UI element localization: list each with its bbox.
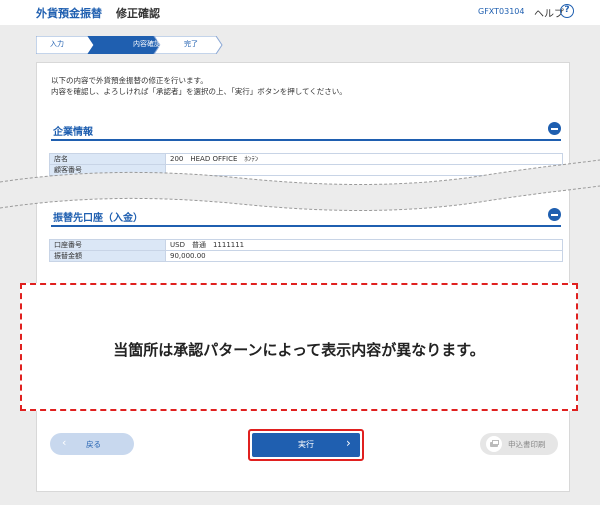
table-row: 口座番号 USD 普通 1111111 [49, 239, 563, 251]
company-info-title: 企業情報 [53, 127, 93, 138]
printer-icon [486, 436, 502, 452]
omission-wave [0, 159, 600, 211]
step-input: 入力 [50, 40, 64, 48]
help-circle-icon[interactable]: ? [560, 4, 574, 18]
company-info-header: 企業情報 [51, 119, 561, 141]
approval-pattern-notice: 当箇所は承認パターンによって表示内容が異なります。 [20, 283, 578, 411]
back-button[interactable]: ‹ 戻る [50, 433, 134, 455]
notice-text: 当箇所は承認パターンによって表示内容が異なります。 [113, 341, 485, 359]
print-application-button[interactable]: 申込書印刷 [480, 433, 558, 455]
step-complete: 完了 [184, 40, 198, 48]
execute-button-label: 実行 [298, 440, 314, 449]
transfer-amount-value: 90,000.00 [165, 250, 563, 262]
screen-id: GFXT03104 [478, 7, 525, 16]
chevron-right-icon: › [346, 436, 351, 450]
chevron-left-icon: ‹ [62, 436, 67, 449]
step-progress: 入力 内容確認 完了 [36, 36, 236, 54]
intro-line-1: 以下の内容で外貨預金振替の修正を行います。 [51, 76, 208, 85]
account-number-label: 口座番号 [49, 239, 166, 251]
app-title: 外貨預金振替 [36, 7, 102, 20]
intro-text: 以下の内容で外貨預金振替の修正を行います。 内容を確認し、よろしければ「承認者」… [51, 75, 347, 97]
step-confirm: 内容確認 [133, 40, 161, 48]
print-button-label: 申込書印刷 [508, 440, 546, 449]
header-bar: 外貨預金振替 修正確認 GFXT03104 ヘルプ ? [0, 0, 600, 25]
table-row: 振替金額 90,000.00 [49, 250, 563, 262]
main-panel: 以下の内容で外貨預金振替の修正を行います。 内容を確認し、よろしければ「承認者」… [36, 62, 570, 492]
back-button-label: 戻る [86, 440, 101, 449]
destination-account-table: 口座番号 USD 普通 1111111 振替金額 90,000.00 [49, 239, 563, 262]
screen-title: 修正確認 [116, 7, 160, 20]
account-number-value: USD 普通 1111111 [165, 239, 563, 251]
execute-button[interactable]: 実行 › [252, 433, 360, 457]
collapse-icon[interactable] [548, 122, 561, 135]
intro-line-2: 内容を確認し、よろしければ「承認者」を選択の上、「実行」ボタンを押してください。 [51, 87, 347, 96]
transfer-amount-label: 振替金額 [49, 250, 166, 262]
